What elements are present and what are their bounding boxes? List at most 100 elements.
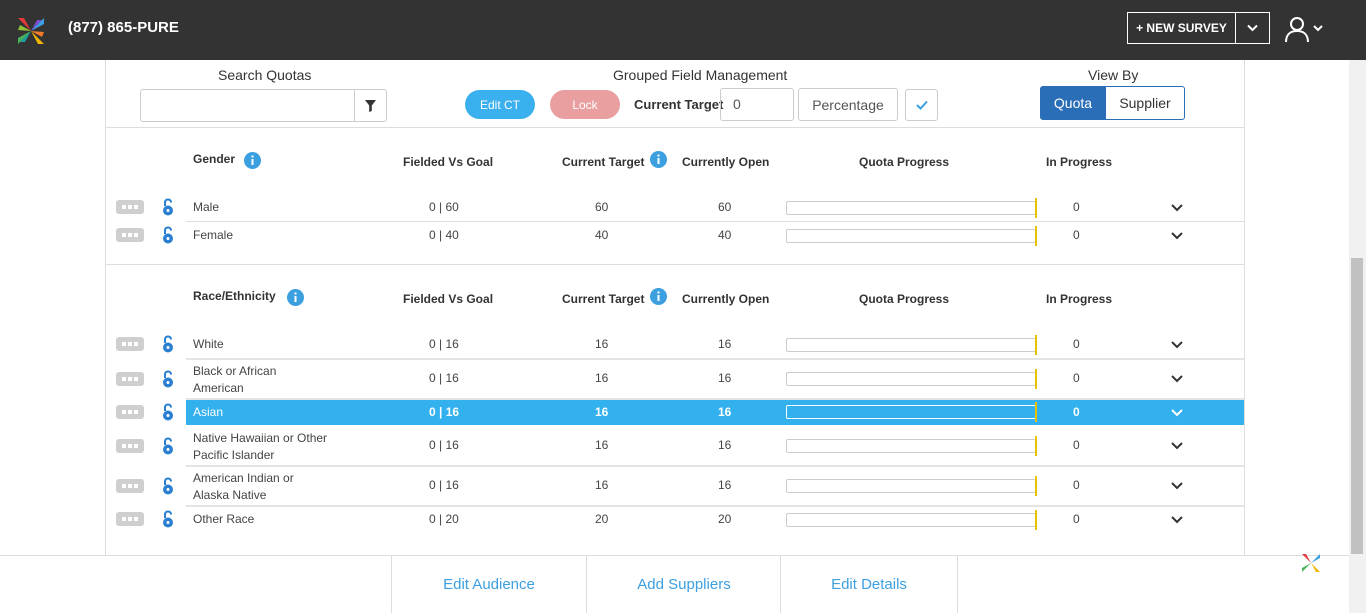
edit-details-button[interactable]: Edit Details <box>780 556 958 613</box>
row-in-progress: 0 <box>1073 371 1080 385</box>
unlocked-icon[interactable] <box>161 198 175 216</box>
row-options-button[interactable] <box>116 228 144 242</box>
top-navigation-bar: (877) 865-PURE + NEW SURVEY <box>0 0 1366 60</box>
row-divider <box>186 358 1244 360</box>
vertical-scrollbar[interactable] <box>1349 60 1366 613</box>
col-quota-progress: Quota Progress <box>859 292 950 306</box>
row-fielded: 0 | 16 <box>429 371 459 385</box>
user-icon[interactable] <box>1284 15 1310 43</box>
scrollbar-thumb[interactable] <box>1351 258 1363 554</box>
row-target: 16 <box>595 478 609 492</box>
filter-icon <box>365 99 376 112</box>
row-options-button[interactable] <box>116 337 144 351</box>
lock-button[interactable]: Lock <box>550 90 620 119</box>
row-target: 16 <box>595 438 609 452</box>
unlocked-icon[interactable] <box>161 370 175 388</box>
col-quota-progress: Quota Progress <box>859 155 950 169</box>
current-target-input[interactable]: 0 <box>720 88 794 121</box>
search-quotas-label: Search Quotas <box>218 67 312 83</box>
chevron-down-icon[interactable] <box>1170 408 1184 418</box>
unlocked-icon[interactable] <box>161 335 175 353</box>
row-options-button[interactable] <box>116 439 144 453</box>
row-fielded: 0 | 16 <box>429 478 459 492</box>
unlocked-icon[interactable] <box>161 226 175 244</box>
row-options-button[interactable] <box>116 372 144 386</box>
phone-number: (877) 865-PURE <box>68 19 179 36</box>
group-title-gender: Gender <box>193 152 236 166</box>
view-by-supplier-button[interactable]: Supplier <box>1105 86 1185 120</box>
add-suppliers-button[interactable]: Add Suppliers <box>586 556 781 613</box>
row-open: 60 <box>718 200 732 214</box>
chevron-down-icon[interactable] <box>1170 203 1184 213</box>
col-current-target: Current Target <box>562 155 645 169</box>
row-options-button[interactable] <box>116 479 144 493</box>
new-survey-dropdown-button[interactable] <box>1235 12 1270 44</box>
row-open: 16 <box>718 371 732 385</box>
row-in-progress: 0 <box>1073 478 1080 492</box>
progress-goal-marker <box>1035 369 1037 389</box>
info-icon[interactable] <box>244 152 261 169</box>
row-label: Male <box>193 200 220 214</box>
row-target: 16 <box>595 337 609 351</box>
edit-audience-button[interactable]: Edit Audience <box>391 556 586 613</box>
row-label: Other Race <box>193 512 255 526</box>
col-fielded-vs-goal: Fielded Vs Goal <box>403 292 494 306</box>
logo-icon[interactable] <box>14 14 48 48</box>
col-current-target: Current Target <box>562 292 645 306</box>
info-icon[interactable] <box>287 289 304 306</box>
row-label: Black or African American <box>193 364 277 395</box>
selected-row-highlight[interactable] <box>186 400 1244 425</box>
unlocked-icon[interactable] <box>161 437 175 455</box>
info-icon[interactable] <box>650 288 667 305</box>
quota-progress-bar <box>786 372 1036 386</box>
edit-ct-button[interactable]: Edit CT <box>465 90 535 119</box>
new-survey-button[interactable]: + NEW SURVEY <box>1127 12 1236 44</box>
row-label: Native Hawaiian or Other Pacific Islande… <box>193 431 328 462</box>
percentage-button[interactable]: Percentage <box>798 88 898 121</box>
row-options-button[interactable] <box>116 405 144 419</box>
row-in-progress: 0 <box>1073 337 1080 351</box>
row-options-button[interactable] <box>116 512 144 526</box>
row-in-progress: 0 <box>1073 200 1080 214</box>
row-open: 16 <box>718 438 732 452</box>
chevron-down-icon <box>1247 24 1258 32</box>
row-open: 40 <box>718 228 732 242</box>
row-open: 16 <box>718 405 732 419</box>
col-currently-open: Currently Open <box>682 155 770 169</box>
row-open: 16 <box>718 337 732 351</box>
row-divider <box>186 505 1244 507</box>
grouped-field-management-label: Grouped Field Management <box>613 67 788 83</box>
chevron-down-icon[interactable] <box>1170 441 1184 451</box>
row-target: 16 <box>595 371 609 385</box>
row-fielded: 0 | 16 <box>429 337 459 351</box>
row-open: 20 <box>718 512 732 526</box>
chevron-down-icon[interactable] <box>1170 481 1184 491</box>
chevron-down-icon[interactable] <box>1170 340 1184 350</box>
user-menu-chevron-icon[interactable] <box>1312 22 1324 34</box>
row-label: White <box>193 337 224 351</box>
chevron-down-icon[interactable] <box>1170 231 1184 241</box>
view-by-quota-button[interactable]: Quota <box>1040 86 1106 120</box>
quota-progress-bar <box>786 479 1036 493</box>
group-divider <box>106 264 1244 265</box>
info-icon[interactable] <box>650 151 667 168</box>
chevron-down-icon[interactable] <box>1170 515 1184 525</box>
chevron-down-icon[interactable] <box>1170 374 1184 384</box>
row-target: 16 <box>595 405 609 419</box>
row-in-progress: 0 <box>1073 512 1080 526</box>
search-quotas-input[interactable] <box>140 89 355 122</box>
unlocked-icon[interactable] <box>161 477 175 495</box>
apply-button[interactable] <box>905 89 938 121</box>
row-fielded: 0 | 16 <box>429 405 460 419</box>
col-currently-open: Currently Open <box>682 292 770 306</box>
filter-button[interactable] <box>354 89 387 122</box>
small-logo-icon[interactable] <box>1299 551 1323 575</box>
progress-goal-marker <box>1035 335 1037 355</box>
unlocked-icon[interactable] <box>161 510 175 528</box>
row-label: Asian <box>193 405 224 419</box>
row-in-progress: 0 <box>1073 438 1080 452</box>
checkmark-icon <box>915 100 928 110</box>
unlocked-icon[interactable] <box>161 403 175 421</box>
quota-progress-bar <box>786 405 1036 419</box>
row-options-button[interactable] <box>116 200 144 214</box>
